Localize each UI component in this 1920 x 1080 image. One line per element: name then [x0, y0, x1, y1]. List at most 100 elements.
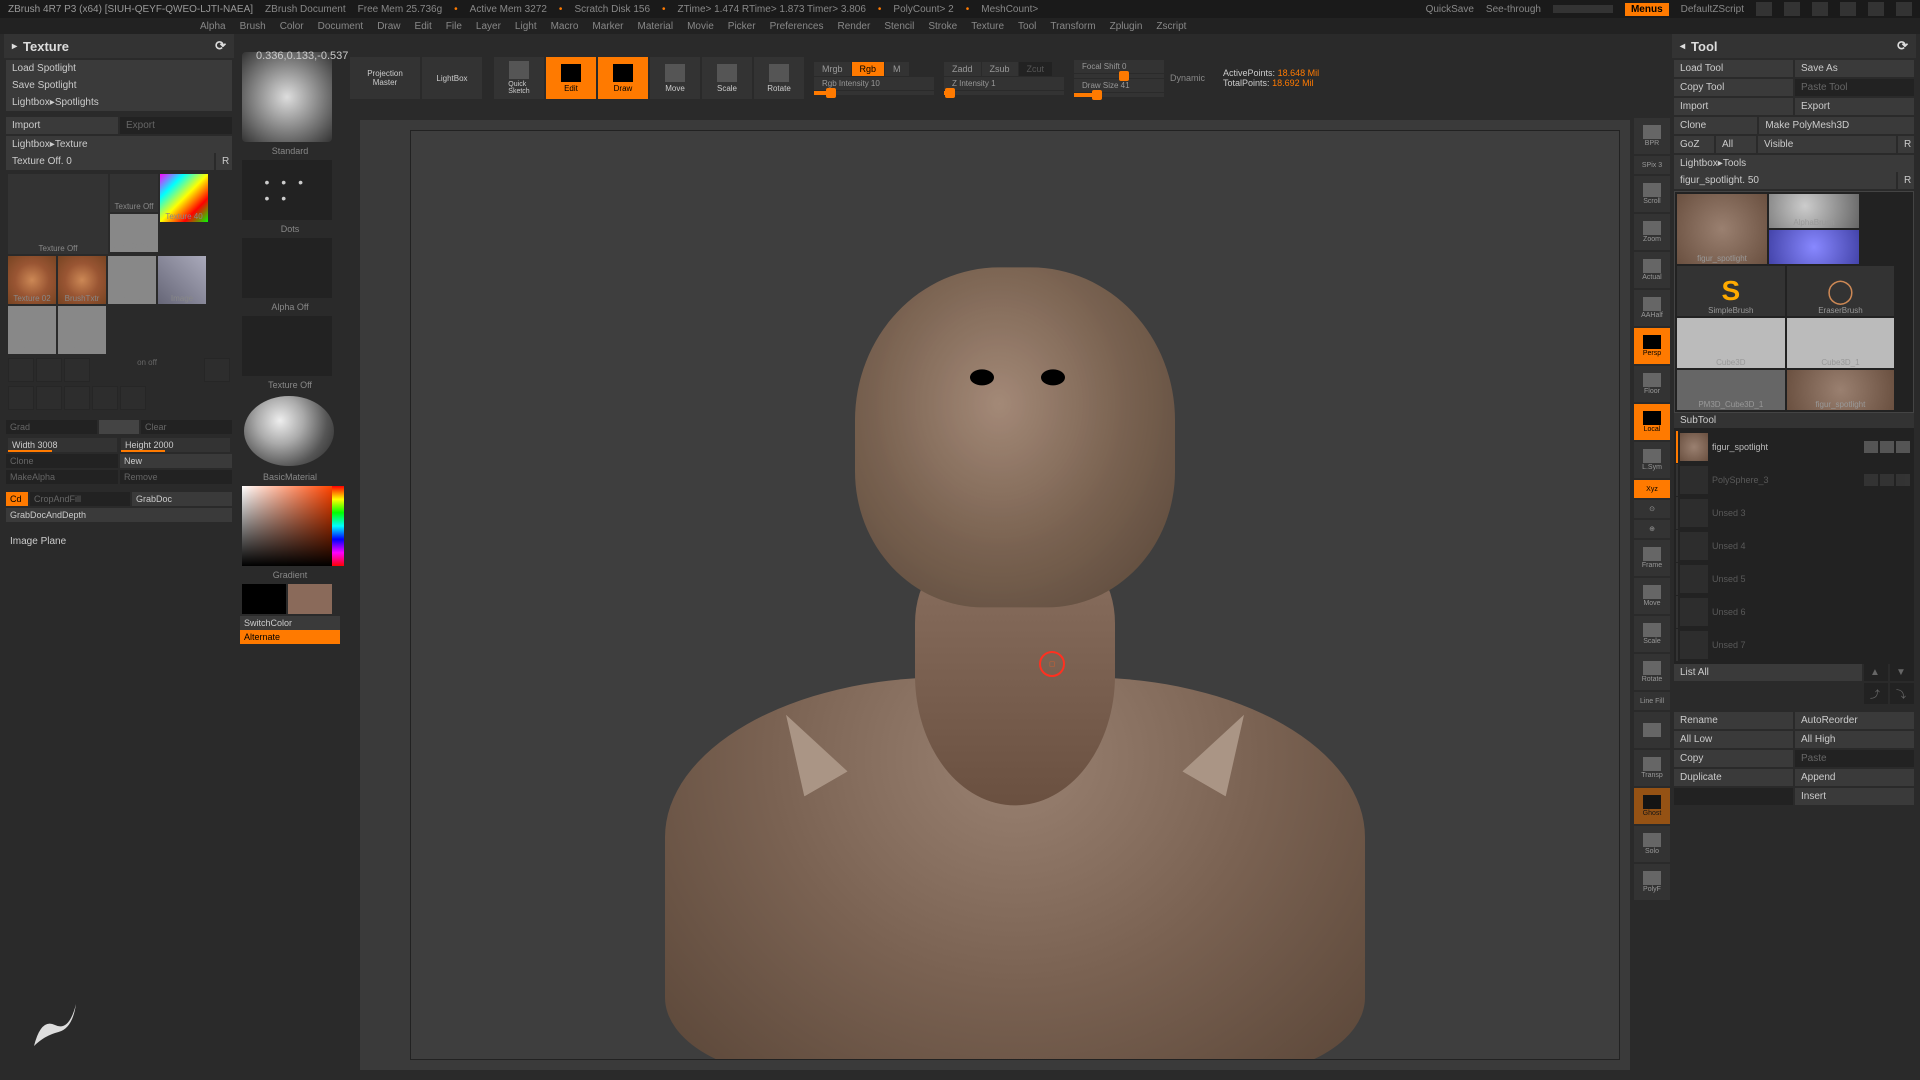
xyz-button[interactable]: Xyz [1634, 480, 1670, 498]
texture-thumb-large[interactable]: Texture Off [8, 174, 108, 254]
goz-visible-button[interactable]: Visible [1758, 136, 1896, 153]
save-spotlight-button[interactable]: Save Spotlight [6, 77, 232, 94]
tool-thumb[interactable]: PM3D_Cube3D_1 [1677, 370, 1785, 410]
menu-item[interactable]: Document [318, 21, 364, 32]
quicksave-button[interactable]: QuickSave [1426, 4, 1474, 15]
flip-h-icon[interactable] [8, 358, 34, 382]
switchcolor-button[interactable]: SwitchColor [240, 616, 340, 630]
goz-all-button[interactable]: All [1716, 136, 1756, 153]
collapse-icon[interactable]: ⟳ [1897, 38, 1908, 54]
texture-thumb[interactable]: Image [108, 256, 156, 304]
move-down-button[interactable]: ⤵ [1890, 683, 1914, 704]
texture-thumbnail[interactable] [242, 316, 332, 376]
clear-button[interactable]: Clear [141, 420, 232, 434]
tool-thumb[interactable]: AlphaBrush [1769, 194, 1859, 228]
invert-icon[interactable] [204, 358, 230, 382]
polyf-button[interactable]: PolyF [1634, 864, 1670, 900]
see-through-label[interactable]: See-through [1486, 4, 1541, 15]
load-spotlight-button[interactable]: Load Spotlight [6, 60, 232, 77]
texture-off-field[interactable]: Texture Off. 0 [6, 153, 214, 170]
nav-scale-button[interactable]: Scale [1634, 616, 1670, 652]
sec-swatch[interactable] [99, 420, 139, 434]
autoreorder-button[interactable]: AutoReorder [1795, 712, 1914, 729]
bpr-button[interactable]: BPR [1634, 118, 1670, 154]
zsub-button[interactable]: Zsub [982, 62, 1018, 76]
local-button[interactable]: Local [1634, 404, 1670, 440]
texture-thumb[interactable]: Texture 02 [8, 256, 56, 304]
menu-item[interactable]: Stencil [884, 21, 914, 32]
copy-tool-button[interactable]: Copy Tool [1674, 79, 1793, 96]
menu-item[interactable]: Alpha [200, 21, 226, 32]
minimize-icon[interactable] [1840, 2, 1856, 16]
subtool-row[interactable]: figur_spotlight [1676, 431, 1912, 463]
subtool-row[interactable]: Unsed 7 [1676, 629, 1912, 661]
tool-icon[interactable] [64, 386, 90, 410]
nav-move-button[interactable]: Move [1634, 578, 1670, 614]
move-button[interactable]: Move [650, 57, 700, 99]
viewport[interactable] [410, 130, 1620, 1060]
r-button[interactable]: R [1898, 172, 1914, 189]
makealpha-button[interactable]: MakeAlpha [6, 470, 118, 484]
menu-item[interactable]: Color [280, 21, 304, 32]
duplicate-button[interactable]: Duplicate [1674, 769, 1793, 786]
lightbox-spotlights-button[interactable]: Lightbox▸Spotlights [6, 94, 232, 111]
focal-shift-bar[interactable] [1074, 74, 1164, 78]
tool-thumb[interactable] [1769, 230, 1859, 264]
tool-thumb[interactable]: Cube3D [1677, 318, 1785, 368]
import-button[interactable]: Import [6, 117, 118, 134]
tool-icon[interactable] [8, 386, 34, 410]
z-intensity-slider[interactable]: Z Intensity 1 [944, 77, 1064, 90]
menu-item[interactable]: Macro [551, 21, 579, 32]
aahalf-button[interactable]: AAHalf [1634, 290, 1670, 326]
default-zscript[interactable]: DefaultZScript [1681, 4, 1744, 15]
width-slider[interactable]: Width 3008 [8, 438, 117, 452]
tool-thumb[interactable]: Cube3D_1 [1787, 318, 1895, 368]
clone-button[interactable]: Clone [6, 454, 118, 468]
alpha-thumbnail[interactable] [242, 238, 332, 298]
tool-name-field[interactable]: figur_spotlight. 50 [1674, 172, 1896, 189]
subtool-row[interactable]: Unsed 4 [1676, 530, 1912, 562]
quick-sketch-button[interactable]: Quick Sketch [494, 57, 544, 99]
persp-button[interactable]: Persp [1634, 328, 1670, 364]
cd-button[interactable]: Cd [6, 492, 28, 506]
paste-tool-button[interactable]: Paste Tool [1795, 79, 1914, 96]
r-button[interactable]: R [1898, 136, 1914, 153]
rotate-icon[interactable] [64, 358, 90, 382]
menu-item[interactable]: Stroke [928, 21, 957, 32]
menu-item[interactable]: Brush [240, 21, 266, 32]
spix-field[interactable]: SPix 3 [1634, 156, 1670, 174]
mrgb-button[interactable]: Mrgb [814, 62, 851, 76]
texture-thumb[interactable]: Image [158, 256, 206, 304]
append-button[interactable]: Append [1795, 769, 1914, 786]
r-button[interactable]: R [216, 153, 232, 170]
tool-thumb[interactable]: SimpleBrush [1677, 266, 1785, 316]
paste-subtool-button[interactable]: Paste [1795, 750, 1914, 767]
menu-item[interactable]: Movie [687, 21, 714, 32]
image-plane-label[interactable]: Image Plane [6, 532, 232, 551]
tool-icon[interactable] [120, 386, 146, 410]
menu-item[interactable]: Edit [415, 21, 432, 32]
transp-button[interactable]: Transp [1634, 750, 1670, 786]
height-slider[interactable]: Height 2000 [121, 438, 230, 452]
see-through-slider[interactable] [1553, 5, 1613, 13]
vis-icon[interactable] [1864, 441, 1878, 453]
draw-size-bar[interactable] [1074, 93, 1164, 97]
nav-rotate-button[interactable]: Rotate [1634, 654, 1670, 690]
solo-button[interactable]: Solo [1634, 826, 1670, 862]
subtool-row[interactable]: Unsed 3 [1676, 497, 1912, 529]
menu-item[interactable]: Tool [1018, 21, 1036, 32]
dynamic-label[interactable]: Dynamic [1170, 73, 1205, 83]
clone-tool-button[interactable]: Clone [1674, 117, 1757, 134]
menu-item[interactable]: Picker [728, 21, 756, 32]
scale-button[interactable]: Scale [702, 57, 752, 99]
rename-button[interactable]: Rename [1674, 712, 1793, 729]
texture-panel-header[interactable]: ▸ Texture ⟳ [4, 34, 234, 58]
menu-item[interactable]: Render [838, 21, 871, 32]
menus-button[interactable]: Menus [1625, 3, 1669, 16]
projection-master-button[interactable]: Projection Master [350, 57, 420, 99]
texture-thumb[interactable]: Image [58, 306, 106, 354]
import-tool-button[interactable]: Import [1674, 98, 1793, 115]
window-icon[interactable] [1756, 2, 1772, 16]
lightbox-tools-button[interactable]: Lightbox▸Tools [1674, 155, 1914, 172]
scroll-button[interactable]: Scroll [1634, 176, 1670, 212]
